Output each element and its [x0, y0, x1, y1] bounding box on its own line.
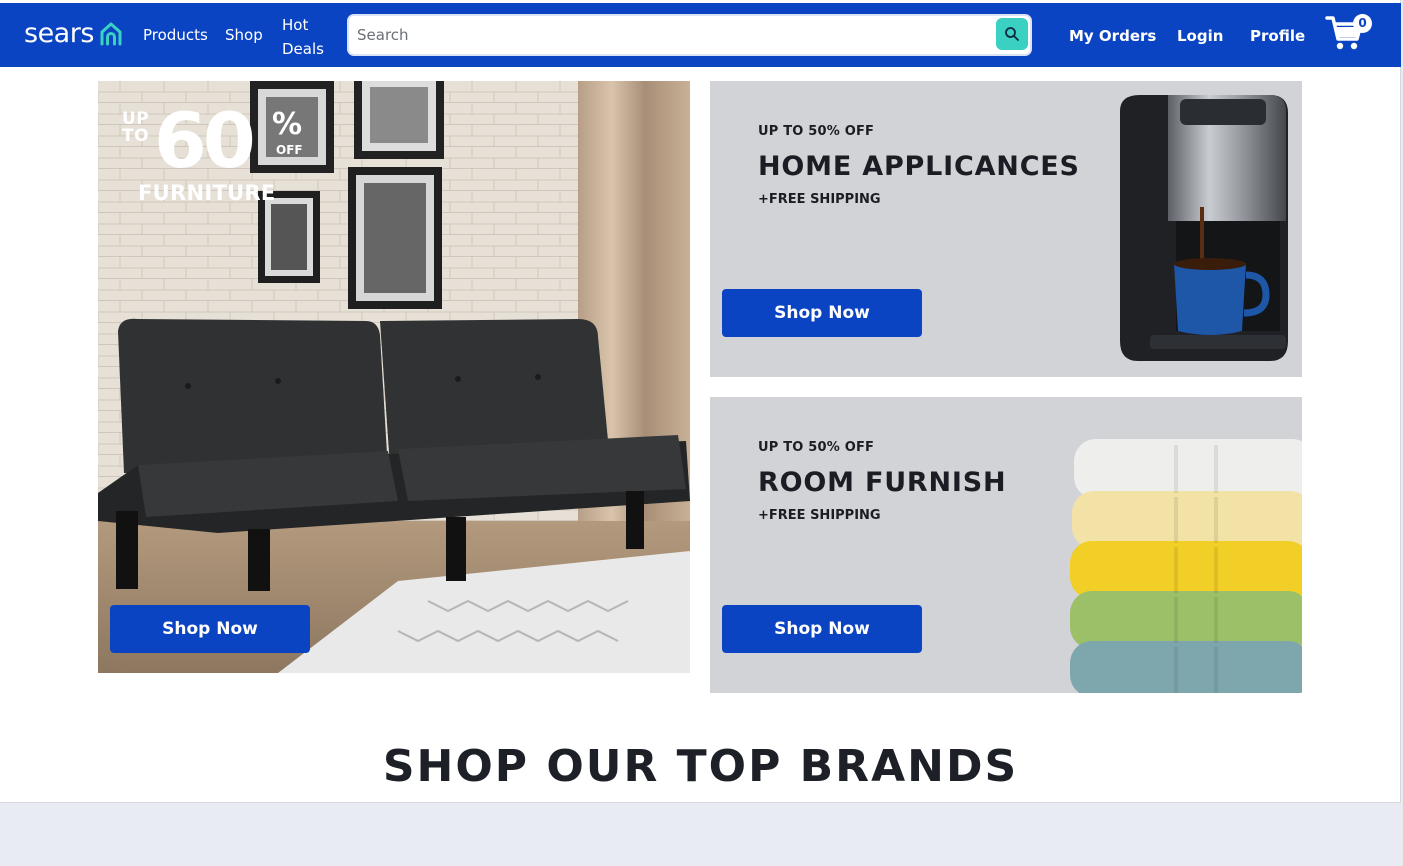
deal-label: UP TO 50% OFF [758, 440, 875, 455]
shipping-label: +FREE SHIPPING [758, 508, 881, 523]
nav-products[interactable]: Products [143, 23, 208, 47]
promo-off: OFF [276, 143, 303, 157]
deal-label: UP TO 50% OFF [758, 124, 875, 139]
room-furnish-banner[interactable]: UP TO 50% OFF ROOM FURNISH +FREE SHIPPIN… [710, 397, 1302, 693]
coffee-maker-image [1120, 95, 1288, 361]
promo-category: FURNITURE [138, 181, 276, 205]
nav-my-orders[interactable]: My Orders [1069, 24, 1156, 48]
cart-button[interactable]: 0 [1324, 13, 1372, 53]
sears-logo[interactable]: sears [24, 17, 124, 51]
appliances-shop-now-button[interactable]: Shop Now [722, 289, 922, 337]
home-appliances-banner[interactable]: UP TO 50% OFF HOME APPLICANCES +FREE SHI… [710, 81, 1302, 377]
logo-text: sears [24, 18, 94, 49]
card-title: ROOM FURNISH [758, 467, 1007, 498]
furniture-shop-now-button[interactable]: Shop Now [110, 605, 310, 653]
furniture-banner[interactable]: UP TO 60 % OFF FURNITURE Shop Now [98, 81, 690, 673]
page: sears Products Shop Hot Deals My Orders … [0, 0, 1401, 803]
top-brands-heading: SHOP OUR TOP BRANDS [382, 741, 1019, 792]
shipping-label: +FREE SHIPPING [758, 192, 881, 207]
search-bar [347, 14, 1032, 56]
search-icon [1005, 27, 1019, 41]
cart-count-badge: 0 [1353, 14, 1372, 33]
furniture-promo: UP TO 60 % OFF FURNITURE [122, 99, 322, 207]
search-input[interactable] [357, 16, 987, 54]
nav-hot-deals[interactable]: Hot Deals [282, 13, 324, 61]
search-button[interactable] [996, 18, 1028, 50]
furnish-shop-now-button[interactable]: Shop Now [722, 605, 922, 653]
house-icon [100, 22, 122, 46]
navbar: sears Products Shop Hot Deals My Orders … [0, 3, 1401, 67]
promo-percent: % [272, 107, 303, 142]
nav-shop[interactable]: Shop [225, 23, 263, 47]
nav-profile[interactable]: Profile [1250, 24, 1305, 48]
nav-login[interactable]: Login [1177, 24, 1223, 48]
promo-up-to: UP TO [122, 109, 150, 146]
towels-image [1070, 439, 1302, 693]
promo-amount: 60 [154, 96, 256, 185]
card-title: HOME APPLICANCES [758, 151, 1080, 182]
